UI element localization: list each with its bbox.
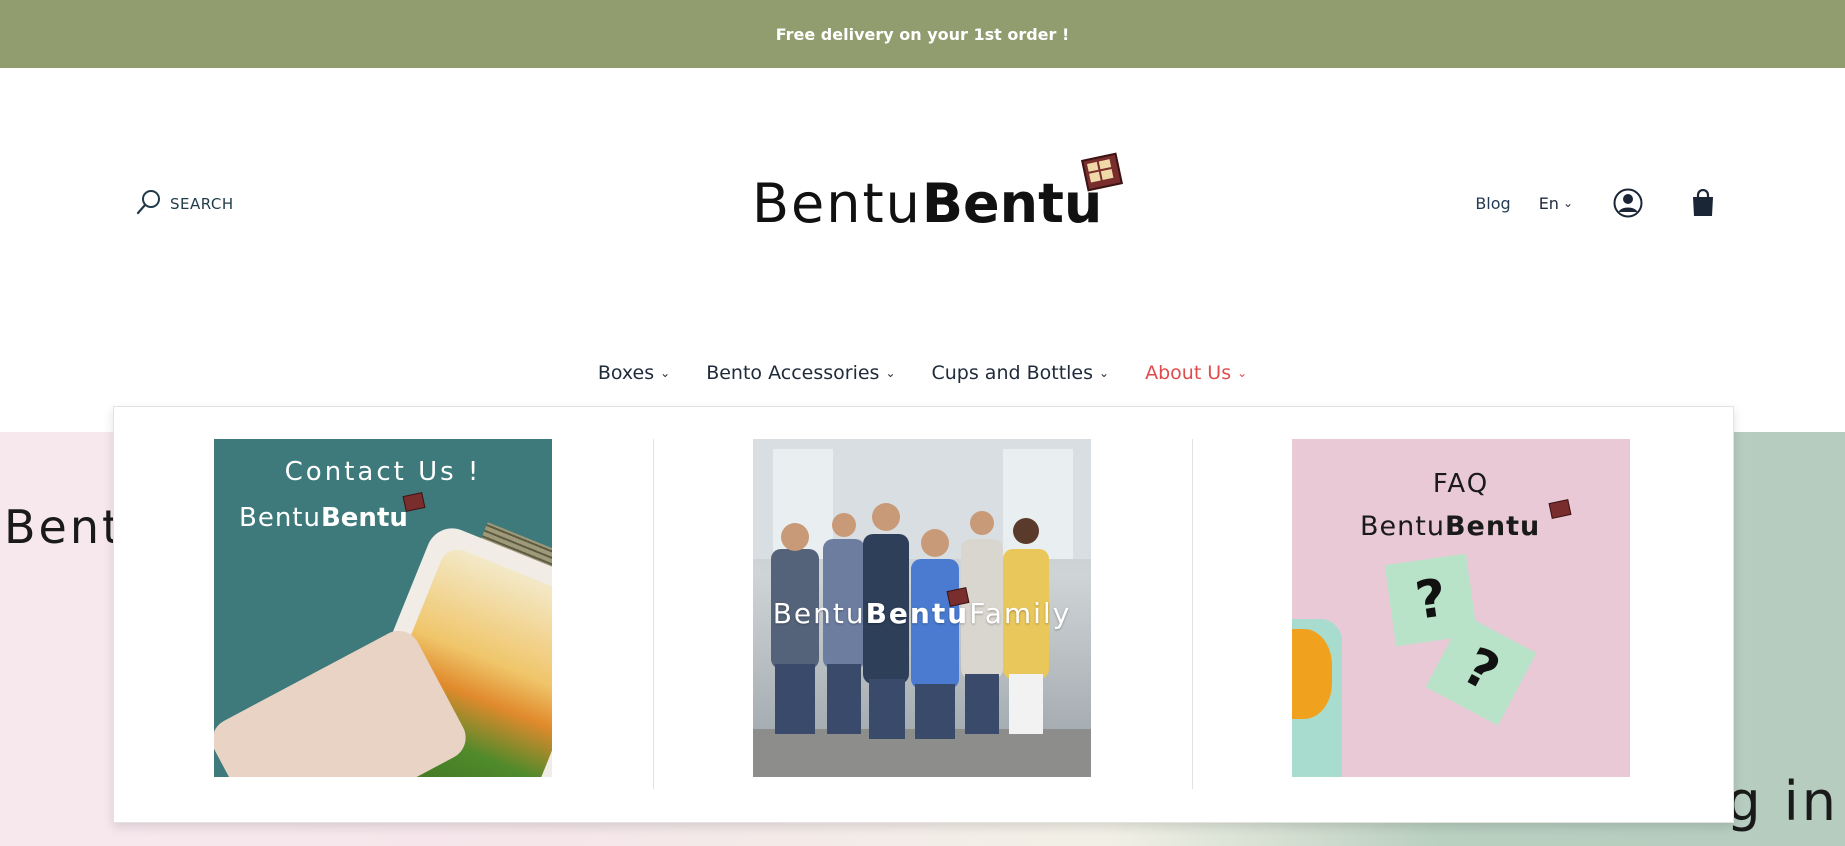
header-actions: Blog En ⌄ — [1475, 183, 1715, 223]
contact-us-brand: BentuBentu — [239, 503, 408, 533]
brand-light: Bentu — [239, 503, 321, 533]
announcement-bar: Free delivery on your 1st order ! — [0, 0, 1845, 68]
nav-item-label: About Us — [1145, 362, 1232, 384]
contact-us-title: Contact Us ! — [284, 457, 482, 487]
language-selector[interactable]: En ⌄ — [1539, 194, 1573, 213]
divider — [653, 439, 654, 789]
nav-item-bento-accessories[interactable]: Bento Accessories ⌄ — [706, 358, 895, 388]
hero-heading-left: Bent — [4, 500, 124, 554]
brand-suffix: Family — [969, 597, 1072, 630]
contact-us-card[interactable]: Contact Us ! BentuBentu — [214, 439, 552, 777]
faq-brand: BentuBentu — [1360, 511, 1540, 542]
chevron-down-icon: ⌄ — [1237, 366, 1248, 380]
chevron-down-icon: ⌄ — [885, 366, 896, 380]
chevron-down-icon: ⌄ — [1099, 366, 1110, 380]
brand-bold: Bentu — [1444, 511, 1541, 542]
chevron-down-icon: ⌄ — [660, 366, 671, 380]
site-logo[interactable]: BentuBentu — [752, 150, 1132, 240]
nav-item-label: Bento Accessories — [706, 362, 880, 384]
bento-box-icon — [1548, 499, 1572, 519]
nav-item-boxes[interactable]: Boxes ⌄ — [598, 358, 670, 388]
nav-item-label: Boxes — [597, 362, 655, 384]
faq-card[interactable]: ? ? FAQ BentuBentu — [1292, 439, 1630, 777]
cart-icon[interactable] — [1691, 189, 1715, 217]
language-label: En — [1538, 193, 1559, 213]
logo-text-bold: Bentu — [921, 172, 1103, 235]
faq-title: FAQ — [1432, 469, 1490, 499]
about-us-mega-menu: Contact Us ! BentuBentu BentuBentuFamily… — [113, 406, 1734, 823]
announcement-text: Free delivery on your 1st order ! — [775, 24, 1070, 44]
bentu-family-card[interactable]: BentuBentuFamily — [753, 439, 1091, 777]
divider — [1192, 439, 1193, 789]
bento-box-icon — [1081, 152, 1123, 192]
account-icon[interactable] — [1613, 188, 1643, 218]
blog-link[interactable]: Blog — [1475, 194, 1510, 213]
main-navigation: Boxes ⌄ Bento Accessories ⌄ Cups and Bot… — [0, 358, 1845, 388]
chevron-down-icon: ⌄ — [1562, 196, 1573, 210]
nav-item-about-us[interactable]: About Us ⌄ — [1145, 358, 1247, 388]
search-button[interactable]: SEARCH — [136, 189, 234, 219]
search-label: SEARCH — [170, 195, 234, 213]
brand-light: Bentu — [772, 597, 866, 630]
search-icon — [136, 189, 162, 219]
family-brand: BentuBentuFamily — [753, 597, 1091, 630]
brand-bold: Bentu — [320, 503, 408, 533]
logo-text-light: Bentu — [752, 172, 922, 235]
logo-wordmark: BentuBentu — [752, 172, 1102, 235]
nav-item-cups-and-bottles[interactable]: Cups and Bottles ⌄ — [932, 358, 1110, 388]
hero-heading-right: g in — [1726, 770, 1839, 833]
bento-box-icon — [402, 492, 426, 512]
nav-item-label: Cups and Bottles — [931, 362, 1094, 384]
brand-light: Bentu — [1360, 511, 1445, 542]
